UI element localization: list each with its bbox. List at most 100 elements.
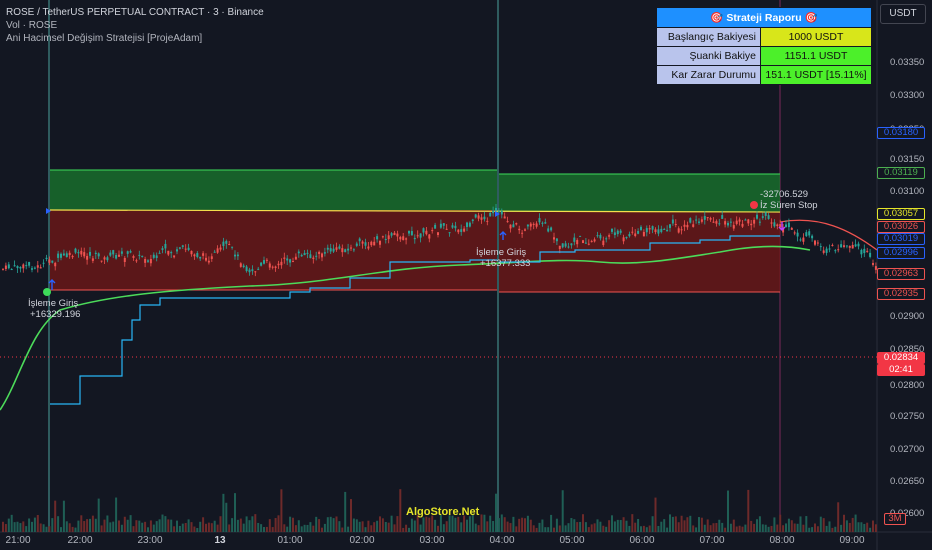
candle (141, 255, 144, 257)
candle (193, 254, 196, 257)
candle (300, 254, 303, 257)
candle (31, 268, 33, 270)
volume-bar (399, 489, 402, 532)
candle (381, 236, 384, 238)
candle (236, 254, 239, 257)
volume-bar (454, 517, 457, 532)
volume-bar (141, 522, 144, 532)
candle (428, 234, 431, 239)
volume-bar (297, 520, 300, 532)
volume-bar (265, 526, 268, 532)
volume-bar (219, 516, 222, 532)
candle (729, 221, 732, 223)
volume-bar (634, 522, 637, 532)
candle (123, 257, 126, 262)
candle (207, 260, 210, 263)
volume-indicator-label[interactable]: Vol · ROSE (6, 19, 264, 32)
candle (480, 217, 483, 220)
volume-bar (263, 527, 265, 532)
price-label: 0.02750 (890, 411, 925, 422)
volume-bar (851, 517, 854, 532)
symbol-title[interactable]: ROSE / TetherUS PERPETUAL CONTRACT · 3 ·… (6, 6, 264, 19)
volume-bar (625, 520, 628, 532)
candle (787, 222, 790, 228)
candle (323, 252, 326, 254)
report-title: 🎯 Strateji Raporu 🎯 (656, 7, 872, 28)
volume-bar (825, 525, 828, 532)
candle (524, 229, 526, 231)
candle (213, 251, 216, 253)
candle (555, 238, 558, 242)
candle (303, 253, 306, 256)
candle (521, 232, 524, 234)
volume-bar (692, 525, 695, 532)
price-tag: 3M (884, 513, 906, 525)
candle (219, 247, 222, 250)
time-label: 03:00 (419, 535, 445, 546)
volume-bar (529, 519, 532, 532)
candle (666, 229, 669, 232)
volume-bar (642, 525, 645, 532)
volume-bar (39, 523, 42, 532)
volume-bar (364, 527, 367, 532)
candle (28, 261, 31, 266)
price-label: 0.03100 (890, 186, 925, 197)
volume-bar (405, 524, 408, 532)
candle (593, 239, 596, 242)
volume-bar (158, 519, 161, 532)
candle (36, 265, 39, 268)
volume-bar (619, 520, 622, 532)
volume-bar (474, 523, 477, 532)
currency-button[interactable]: USDT (880, 4, 926, 24)
volume-bar (225, 502, 228, 532)
volume-bar (732, 519, 735, 532)
candle (474, 214, 477, 218)
volume-bar (312, 525, 315, 532)
volume-bar (236, 519, 239, 532)
volume-bar (637, 518, 640, 532)
candle (164, 243, 167, 249)
volume-bar (257, 522, 260, 532)
volume-bar (866, 522, 869, 532)
candle (732, 225, 735, 229)
candle (703, 216, 706, 220)
candle (231, 246, 234, 248)
volume-bar (286, 526, 289, 532)
volume-bar (65, 521, 68, 532)
chart-area[interactable]: ROSE / TetherUS PERPETUAL CONTRACT · 3 ·… (0, 0, 932, 550)
candle (149, 258, 152, 264)
candle (338, 246, 341, 249)
volume-bar (338, 521, 341, 532)
candle (216, 248, 219, 253)
candle (674, 224, 677, 226)
volume-bar (599, 521, 602, 532)
candle (648, 228, 651, 230)
price-tag: 02:41 (877, 364, 925, 376)
candle (425, 230, 428, 235)
candle (845, 245, 848, 247)
volume-bar (176, 520, 178, 532)
candle (158, 252, 161, 254)
candle (654, 229, 657, 233)
candle (715, 221, 718, 224)
volume-bar (303, 524, 306, 532)
candle (205, 257, 207, 261)
time-label: 23:00 (137, 535, 163, 546)
candle (341, 248, 344, 253)
volume-bar (280, 489, 283, 532)
volume-bar (97, 498, 100, 532)
candle (468, 222, 471, 227)
candle (567, 246, 570, 248)
volume-bar (268, 519, 271, 532)
volume-bar (321, 527, 323, 532)
candle (669, 224, 671, 228)
volume-bar (437, 525, 439, 532)
volume-bar (785, 523, 787, 532)
candle (202, 253, 205, 256)
volume-bar (86, 519, 89, 532)
volume-bar (611, 515, 613, 532)
volume-bar (698, 517, 700, 532)
volume-bar (434, 519, 437, 532)
strategy-label[interactable]: Ani Hacimsel Değişim Stratejisi [ProjeAd… (6, 32, 264, 45)
volume-bar (608, 520, 611, 532)
